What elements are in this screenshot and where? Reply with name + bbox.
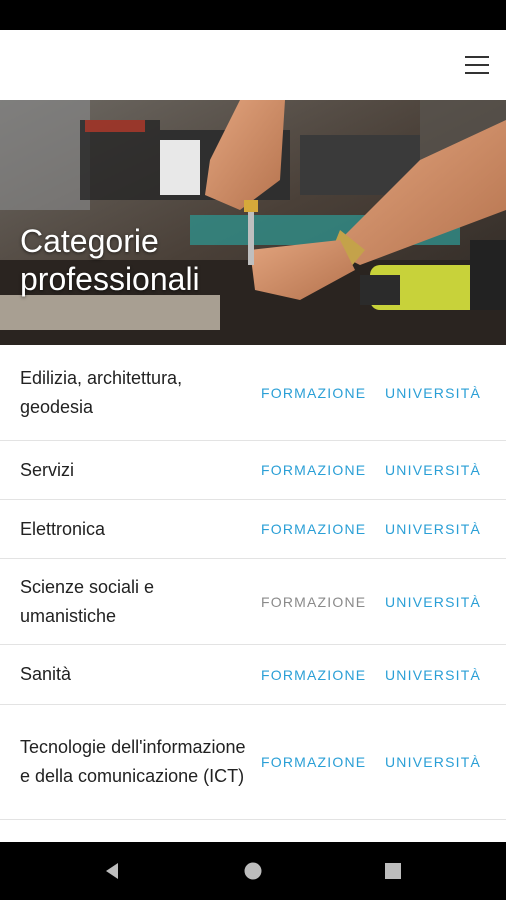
universita-link[interactable]: UNIVERSITÀ <box>385 385 481 401</box>
menu-line <box>465 64 489 66</box>
formazione-link: FORMAZIONE <box>261 593 367 610</box>
page-title-line: Categorie <box>20 223 159 259</box>
universita-link[interactable]: UNIVERSITÀ <box>385 754 481 770</box>
back-triangle-icon-shape <box>106 863 118 879</box>
back-triangle-icon[interactable] <box>82 842 142 900</box>
category-name: Edilizia, architettura, geodesia <box>20 367 183 417</box>
universita-link[interactable]: UNIVERSITÀ <box>385 667 481 683</box>
page-title: Categorie professionali <box>20 222 280 298</box>
list-item: Edilizia, architettura, geodesia FORMAZI… <box>0 345 506 441</box>
app-bar <box>0 30 506 100</box>
universita-link[interactable]: UNIVERSITÀ <box>385 462 481 478</box>
formazione-link[interactable]: FORMAZIONE <box>261 754 366 770</box>
category-name: Sanità <box>20 664 72 684</box>
menu-line <box>465 72 489 74</box>
universita-link[interactable]: UNIVERSITÀ <box>385 521 481 537</box>
hamburger-menu-icon[interactable] <box>462 50 492 80</box>
hero-banner: Categorie professionali <box>0 100 506 345</box>
system-navigation-bar <box>0 842 506 900</box>
recents-square-icon[interactable] <box>363 842 423 900</box>
list-item: Elettronica FORMAZIONE UNIVERSITÀ <box>0 500 506 559</box>
universita-link[interactable]: UNIVERSITÀ <box>385 594 481 610</box>
category-name: Servizi <box>20 459 75 480</box>
formazione-link[interactable]: FORMAZIONE <box>261 667 366 683</box>
category-name: Tecnologie dell'informazione e della com… <box>20 737 246 786</box>
list-item: Servizi FORMAZIONE UNIVERSITÀ <box>0 441 506 500</box>
list-item: Scienze sociali e umanistiche FORMAZIONE… <box>0 559 506 645</box>
recents-square-icon-shape <box>385 863 401 879</box>
category-name: Elettronica <box>20 518 106 539</box>
home-circle-icon-shape <box>244 862 262 880</box>
category-list: Edilizia, architettura, geodesia FORMAZI… <box>0 345 506 820</box>
page-title-line: professionali <box>20 261 200 297</box>
menu-line <box>465 56 489 58</box>
formazione-link[interactable]: FORMAZIONE <box>261 521 366 537</box>
status-bar <box>0 0 506 30</box>
list-item: Sanità FORMAZIONE UNIVERSITÀ <box>0 645 506 705</box>
formazione-link[interactable]: FORMAZIONE <box>261 462 366 478</box>
formazione-link[interactable]: FORMAZIONE <box>261 385 366 401</box>
home-circle-icon[interactable] <box>223 842 283 900</box>
category-name: Scienze sociali e umanistiche <box>20 576 155 626</box>
list-item: Tecnologie dell'informazione e della com… <box>0 705 506 820</box>
